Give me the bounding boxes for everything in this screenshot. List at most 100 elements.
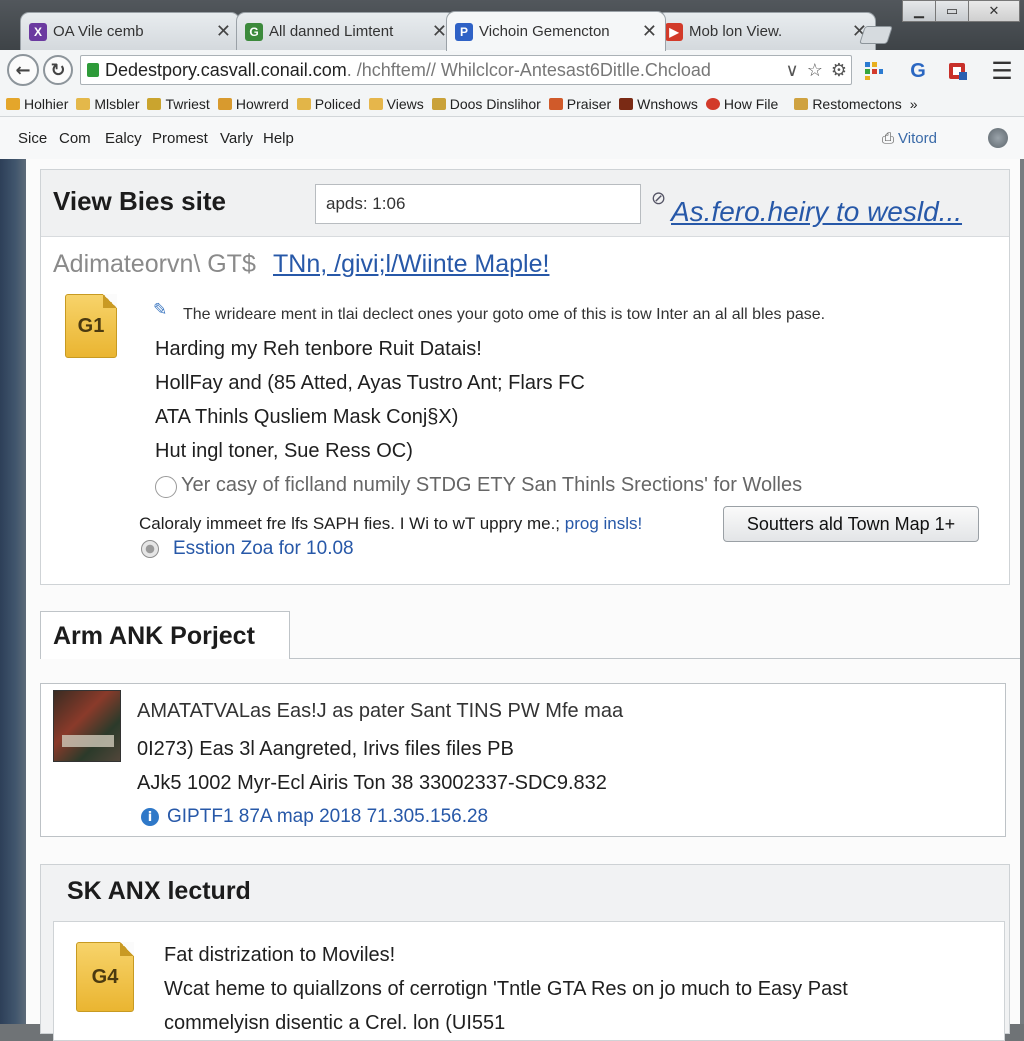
project-line-1: AMATATVALas Eas!J as pater Sant TINS PW …: [137, 700, 624, 722]
tab-favicon-icon: ▶: [665, 22, 683, 41]
bookmark-item[interactable]: Mlsbler: [76, 96, 139, 112]
subtitle-link[interactable]: TNn, /givi;l/Wiinte Maple!: [273, 250, 549, 279]
lecture-content: G4 Fat distrization to Moviles! Wcat hem…: [53, 921, 1005, 1041]
extension-icon[interactable]: [946, 59, 970, 83]
desktop-background: [0, 159, 26, 1024]
vitord-link[interactable]: ⎙ Vitord: [882, 130, 937, 147]
feature-line: Harding my Reh tenbore Ruit Datais!: [155, 338, 482, 360]
sync-icon[interactable]: G: [906, 59, 930, 83]
bookmark-item[interactable]: Twriest: [147, 96, 210, 112]
project-panel: AMATATVALas Eas!J as pater Sant TINS PW …: [40, 683, 1006, 837]
bookmark-label: Views: [386, 96, 424, 112]
page-content: View Bies site ⊘ As.fero.heiry to wesld.…: [26, 159, 1020, 1041]
bookmark-item[interactable]: How File: [705, 96, 778, 112]
tab-2[interactable]: G All danned Limtent ✕: [236, 12, 456, 50]
tab-title: Mob lon View.: [689, 23, 783, 40]
tab-4[interactable]: ▶ Mob lon View. ✕: [656, 12, 876, 50]
version-link[interactable]: Esstion Zoa for 10.08: [173, 538, 354, 560]
menu-item[interactable]: Sice: [18, 130, 47, 147]
search-input[interactable]: [315, 184, 641, 224]
menu-item[interactable]: Varly: [220, 130, 253, 147]
info-icon: i: [141, 808, 159, 826]
bookmark-item[interactable]: Restomectons: [794, 96, 902, 112]
tab-divider: [290, 658, 1020, 659]
description-text: The wrideare ment in tlai declect ones y…: [183, 306, 826, 323]
menu-item[interactable]: Ealcy: [105, 130, 142, 147]
bookmark-item[interactable]: Doos Dinslihor: [431, 96, 541, 112]
tab-close-icon[interactable]: ✕: [216, 21, 231, 42]
subtitle-gray: Adimateorvn\ GT$: [53, 250, 256, 278]
download-map-button[interactable]: Soutters ald Town Map 1+: [723, 506, 979, 542]
lecture-panel: SK ANX lecturd G4 Fat distrization to Mo…: [40, 864, 1010, 1041]
option-checkbox-label: Yer casy of ficlland numily STDG ETY San…: [181, 474, 803, 496]
notice-text-body: Caloraly immeet fre lfs SAPH fies. I Wi …: [139, 514, 565, 533]
close-window-button[interactable]: ✕: [968, 0, 1020, 22]
view-panel: View Bies site ⊘ As.fero.heiry to wesld.…: [40, 169, 1010, 585]
gta-file-icon: G1: [65, 294, 117, 358]
menu-item[interactable]: Com: [59, 130, 91, 147]
view-panel-header: View Bies site ⊘ As.fero.heiry to wesld.…: [41, 170, 1009, 237]
header-link[interactable]: As.fero.heiry to wesld...: [671, 196, 962, 228]
tab-title: Vichoin Gemencton: [479, 23, 610, 40]
apps-grid-icon[interactable]: [862, 59, 886, 83]
feature-line: ATA Thinls Qusliem Mask Conj§X): [155, 406, 459, 428]
tab-close-icon[interactable]: ✕: [642, 21, 657, 42]
bookmark-site-icon: [705, 98, 720, 110]
menu-hamburger-icon[interactable]: ☰: [990, 58, 1014, 85]
tab-favicon-icon: G: [245, 22, 263, 41]
game-thumbnail[interactable]: [53, 690, 121, 762]
new-tab-button[interactable]: [859, 26, 893, 44]
url-host: Dedestpory.casvall.conail.com: [105, 59, 347, 80]
address-bar[interactable]: Dedestpory.casvall.conail.com. /hchftem/…: [80, 55, 852, 85]
bookmark-label: Twriest: [165, 96, 210, 112]
reload-button[interactable]: ↻: [43, 55, 73, 85]
tab-close-icon[interactable]: ✕: [432, 21, 447, 42]
lock-icon: [87, 63, 99, 77]
feature-line: Hut ingl toner, Sue Ress OC): [155, 440, 413, 462]
project-tab[interactable]: Arm ANK Porject: [40, 611, 290, 659]
back-button[interactable]: ←: [7, 54, 39, 86]
project-info-link[interactable]: GIPTF1 87A map 2018 71.305.156.28: [167, 806, 488, 828]
view-panel-title: View Bies site: [53, 186, 226, 216]
bookmarks-more-button[interactable]: »: [910, 96, 918, 112]
folder-icon: [217, 98, 232, 110]
folder-icon: [296, 98, 311, 110]
bookmark-item[interactable]: Praiser: [548, 96, 611, 112]
tab-3-active[interactable]: P Vichoin Gemencton ✕: [446, 11, 666, 51]
bookmark-item[interactable]: Policed: [296, 96, 361, 112]
option-checkbox[interactable]: [155, 476, 177, 498]
tab-strip: X OA Vile cemb ✕ G All danned Limtent ✕ …: [0, 0, 1024, 51]
minimize-button[interactable]: ▁: [902, 0, 936, 22]
folder-icon: [794, 98, 809, 110]
folder-icon: [147, 98, 162, 110]
bookmark-item[interactable]: Holhier: [6, 96, 68, 112]
notice-link[interactable]: prog insls!: [565, 514, 642, 533]
gta-file-icon: G4: [76, 942, 134, 1012]
bookmark-item[interactable]: Wnshows: [619, 96, 698, 112]
settings-gear-icon[interactable]: ⚙: [831, 60, 847, 81]
thumbnail-caption-bar: [62, 735, 114, 747]
lecture-panel-title: SK ANX lecturd: [67, 877, 251, 905]
folder-icon: [368, 98, 383, 110]
lecture-line-1: Fat distrization to Moviles!: [164, 944, 396, 966]
project-line-3: AJk5 1002 Myr-Ecl Airis Ton 38 33002337-…: [137, 772, 607, 794]
maximize-button[interactable]: ▭: [935, 0, 969, 22]
bookmark-label: Doos Dinslihor: [449, 96, 541, 112]
bookmark-label: Holhier: [24, 96, 69, 112]
feature-line: HollFay and (85 Atted, Ayas Tustro Ant; …: [155, 372, 585, 394]
tab-1[interactable]: X OA Vile cemb ✕: [20, 12, 240, 50]
bookmark-star-icon[interactable]: ☆: [807, 60, 823, 81]
menu-item[interactable]: Promest: [152, 130, 208, 147]
folder-icon: [431, 98, 446, 110]
site-menu-bar: Sice Com Ealcy Promest Varly Help ⎙ Vitor…: [0, 117, 1024, 160]
user-avatar-icon[interactable]: [988, 128, 1008, 148]
bookmark-item[interactable]: Howrerd: [217, 96, 289, 112]
tab-title: OA Vile cemb: [53, 23, 144, 40]
dropdown-chevron-icon[interactable]: ∨: [786, 60, 799, 81]
scrollbar-edge: [1020, 159, 1024, 1024]
version-radio[interactable]: [141, 540, 159, 558]
folder-icon: [76, 98, 91, 110]
menu-item[interactable]: Help: [263, 130, 294, 147]
project-tab-label: Arm ANK Porject: [53, 622, 255, 650]
bookmark-item[interactable]: Views: [368, 96, 424, 112]
